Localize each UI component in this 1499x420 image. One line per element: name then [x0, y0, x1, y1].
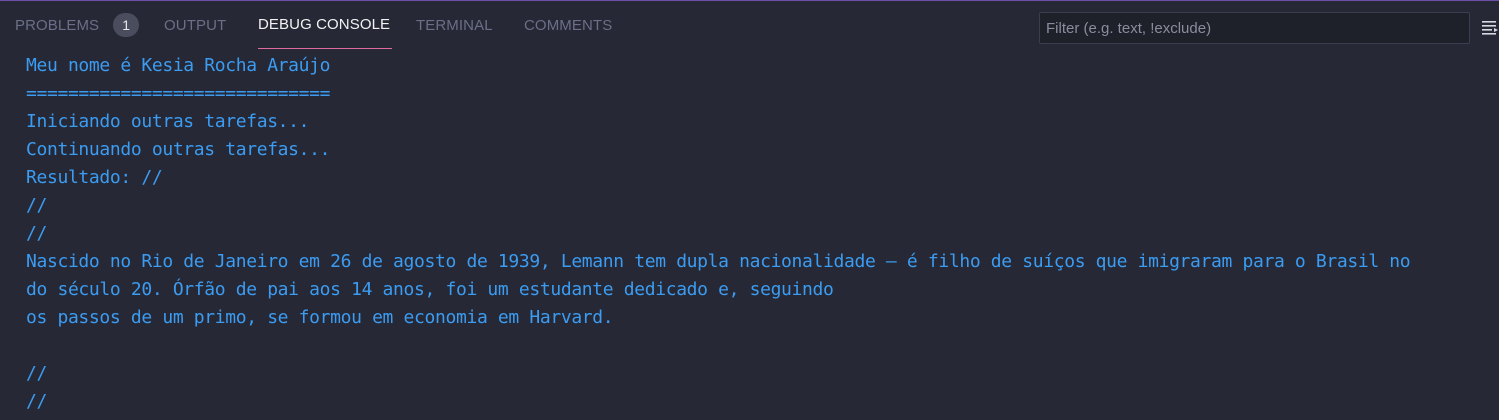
console-line: Iniciando outras tarefas...	[26, 111, 310, 132]
tab-debug-console-label: DEBUG CONSOLE	[258, 16, 391, 33]
console-line: Resultado: //	[26, 167, 163, 188]
tab-comments[interactable]: COMMENTS	[524, 1, 612, 49]
tab-terminal[interactable]: TERMINAL	[416, 1, 493, 49]
console-line: do século 20. Órfão de pai aos 14 anos, …	[26, 279, 834, 300]
console-line: //	[26, 223, 47, 244]
tab-problems-label: PROBLEMS	[15, 16, 100, 34]
console-line: Nascido no Rio de Janeiro em 26 de agost…	[26, 251, 1411, 272]
panel-tab-bar: PROBLEMS 1 OUTPUT DEBUG CONSOLE TERMINAL…	[0, 1, 1499, 49]
console-line: //	[26, 391, 47, 412]
console-line: os passos de um primo, se formou em econ…	[26, 307, 614, 328]
tab-terminal-label: TERMINAL	[416, 16, 493, 34]
console-line: =============================	[26, 83, 331, 104]
tab-output-label: OUTPUT	[164, 16, 227, 34]
tab-debug-console[interactable]: DEBUG CONSOLE	[258, 1, 393, 49]
console-line: //	[26, 195, 47, 216]
word-wrap-icon[interactable]	[1481, 19, 1499, 37]
problems-count-badge: 1	[113, 13, 140, 37]
debug-console-output: Meu nome é Kesia Rocha Araújo ==========…	[26, 52, 1499, 420]
console-line: Meu nome é Kesia Rocha Araújo	[26, 55, 331, 76]
tab-problems[interactable]: PROBLEMS 1	[15, 1, 140, 49]
filter-input[interactable]	[1040, 13, 1469, 43]
filter-input-container	[1039, 12, 1470, 44]
tab-comments-label: COMMENTS	[524, 16, 613, 34]
tab-output[interactable]: OUTPUT	[164, 1, 226, 49]
console-line: Continuando outras tarefas...	[26, 139, 331, 160]
console-line: //	[26, 363, 47, 384]
